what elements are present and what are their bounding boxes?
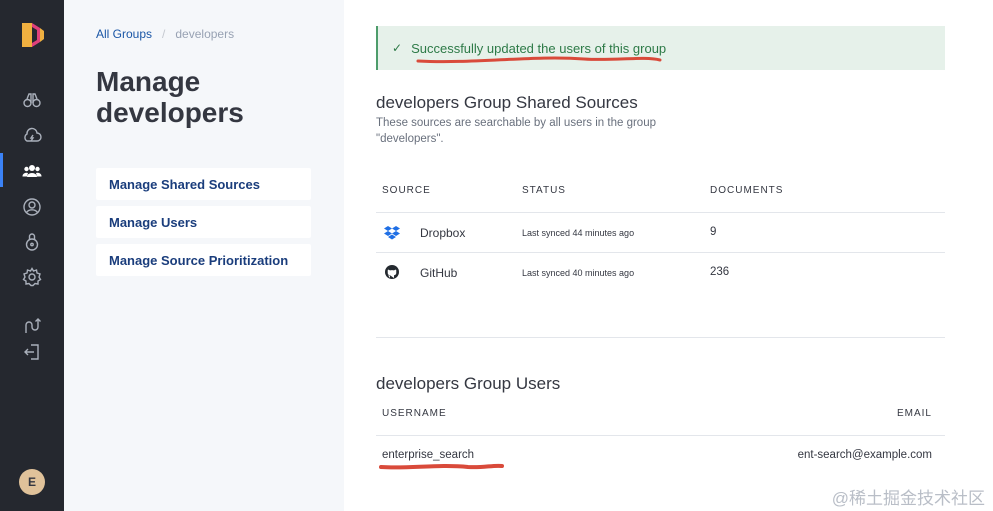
column-header-status: STATUS xyxy=(522,185,566,196)
icon-rail: E xyxy=(0,0,64,511)
breadcrumb-current: developers xyxy=(175,27,235,41)
dropbox-icon xyxy=(384,226,400,240)
column-header-email: EMAIL xyxy=(896,408,932,419)
source-documents: 9 xyxy=(710,226,717,238)
breadcrumb: All Groups / developers xyxy=(96,27,234,41)
watermark: @稀土掘金技术社区 xyxy=(831,489,985,508)
avatar[interactable]: E xyxy=(19,469,45,495)
column-header-documents: DOCUMENTS xyxy=(710,185,784,196)
source-status: Last synced 40 minutes ago xyxy=(522,268,635,278)
source-name[interactable]: GitHub xyxy=(420,266,457,280)
nav-manage-shared-sources[interactable]: Manage Shared Sources xyxy=(96,168,311,200)
nav-manage-source-prioritization[interactable]: Manage Source Prioritization xyxy=(96,244,311,276)
shared-sources-title: developers Group Shared Sources xyxy=(376,93,638,112)
user-email: ent-search@example.com xyxy=(797,449,932,461)
nav-manage-users[interactable]: Manage Users xyxy=(96,206,311,238)
table-divider xyxy=(376,435,945,436)
group-side-panel: All Groups / developers Manage developer… xyxy=(64,0,344,511)
check-icon: ✓ xyxy=(392,41,403,55)
column-header-username: USERNAME xyxy=(382,408,447,419)
shared-sources-description: These sources are searchable by all user… xyxy=(376,117,656,145)
table-divider xyxy=(376,252,945,253)
source-status: Last synced 44 minutes ago xyxy=(522,228,635,238)
table-divider xyxy=(376,212,945,213)
api-icon[interactable] xyxy=(20,314,44,338)
group-users-title: developers Group Users xyxy=(376,374,561,393)
section-divider xyxy=(376,337,945,338)
cloud-sync-icon[interactable] xyxy=(20,124,44,148)
column-header-source: SOURCE xyxy=(382,185,431,196)
app-logo[interactable] xyxy=(20,21,46,49)
lock-icon[interactable] xyxy=(20,230,44,254)
red-underline-annotation xyxy=(379,463,504,470)
binoculars-icon[interactable] xyxy=(20,89,44,113)
source-documents: 236 xyxy=(710,266,730,278)
users-group-icon[interactable] xyxy=(20,159,44,183)
breadcrumb-all-groups[interactable]: All Groups xyxy=(96,27,152,41)
user-circle-icon[interactable] xyxy=(20,195,44,219)
github-icon xyxy=(385,265,399,279)
rail-active-indicator xyxy=(0,153,3,187)
source-name[interactable]: Dropbox xyxy=(420,226,465,240)
page-title: Manage developers xyxy=(96,66,244,128)
breadcrumb-separator: / xyxy=(162,27,166,41)
logout-icon[interactable] xyxy=(20,340,44,364)
red-underline-annotation xyxy=(416,56,662,64)
gear-icon[interactable] xyxy=(20,265,44,289)
